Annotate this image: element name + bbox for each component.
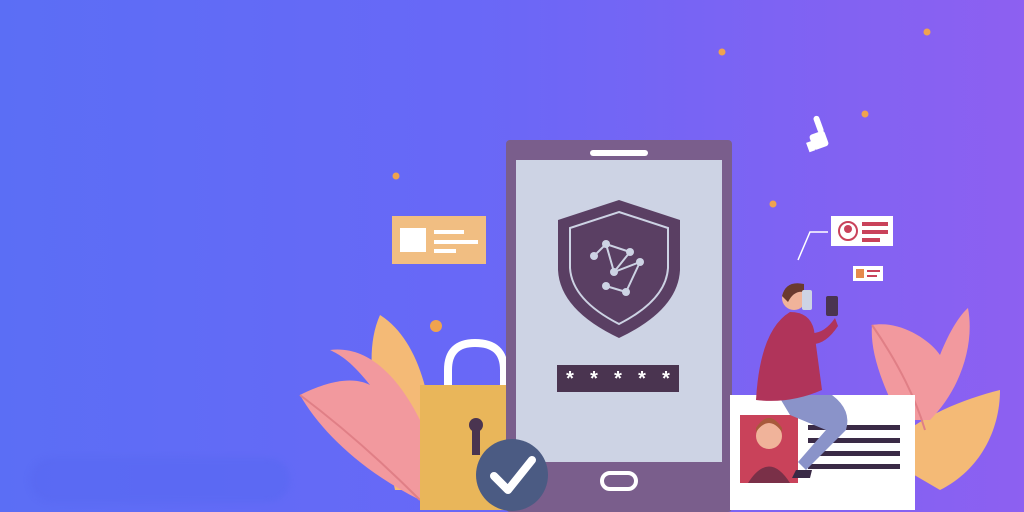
password-field: * * * * * xyxy=(557,365,679,393)
checkmark-icon xyxy=(476,439,548,511)
pointer-hand-icon xyxy=(806,115,829,153)
profile-card-small xyxy=(853,266,883,281)
password-mask: * * * * * xyxy=(564,370,672,393)
security-illustration: * * * * * xyxy=(299,28,1000,512)
profile-card-large xyxy=(831,216,893,246)
connector-lines xyxy=(797,231,828,261)
id-card-icon xyxy=(392,216,486,264)
leaf-left-icon xyxy=(299,315,433,501)
hero-banner: * * * * * xyxy=(0,0,1024,512)
